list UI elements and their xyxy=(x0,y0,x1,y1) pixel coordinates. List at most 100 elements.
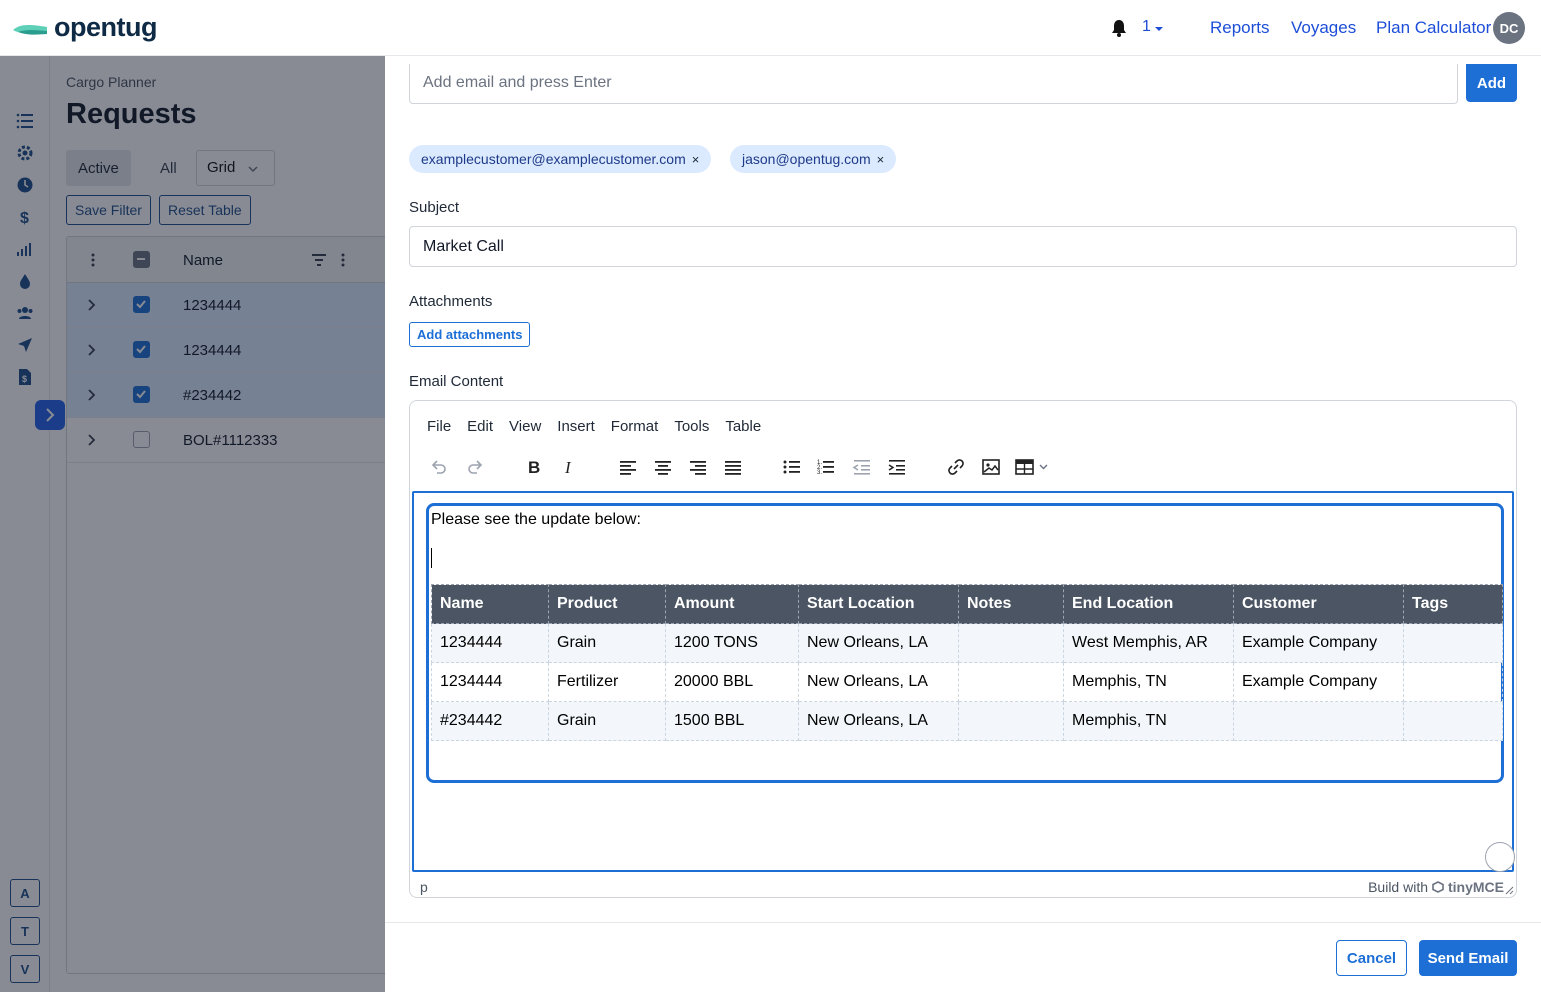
cell[interactable]: #234442 xyxy=(431,701,549,741)
avatar[interactable]: DC xyxy=(1493,12,1525,44)
cell[interactable]: 1234444 xyxy=(431,662,549,702)
attachments-label: Attachments xyxy=(409,293,493,310)
align-center-icon[interactable] xyxy=(651,455,675,479)
tinymce-logo-icon xyxy=(1432,881,1444,893)
menu-edit[interactable]: Edit xyxy=(459,416,501,437)
recipient-chip: examplecustomer@examplecustomer.com × xyxy=(409,145,712,173)
col-header-product: Product xyxy=(548,584,666,624)
cell[interactable]: Memphis, TN xyxy=(1063,701,1234,741)
add-recipient-button[interactable]: Add xyxy=(1466,64,1517,102)
cell[interactable]: 1200 TONS xyxy=(665,623,799,663)
intro-text: Please see the update below: xyxy=(431,511,641,528)
nav-voyages[interactable]: Voyages xyxy=(1291,18,1356,38)
send-email-button[interactable]: Send Email xyxy=(1419,940,1517,976)
nav-reports[interactable]: Reports xyxy=(1210,18,1270,38)
remove-recipient-icon[interactable]: × xyxy=(877,152,885,167)
notification-count[interactable]: 1 xyxy=(1142,18,1151,36)
editor-menubar: File Edit View Insert Format Tools Table xyxy=(419,416,769,437)
numbered-list-icon[interactable]: 1. 2. 3. xyxy=(814,455,838,479)
cell[interactable] xyxy=(1403,662,1503,702)
table-row[interactable]: 1234444 Grain 1200 TONS New Orleans, LA … xyxy=(431,623,1503,663)
modal-backdrop[interactable] xyxy=(0,56,385,992)
bold-icon[interactable]: B xyxy=(522,455,546,479)
recipient-chip: jason@opentug.com × xyxy=(730,145,897,173)
cell[interactable]: 1234444 xyxy=(431,623,549,663)
element-path[interactable]: p xyxy=(420,879,428,895)
menu-tools[interactable]: Tools xyxy=(666,416,717,437)
table-row[interactable]: 1234444 Fertilizer 20000 BBL New Orleans… xyxy=(431,662,1503,702)
cell[interactable] xyxy=(1403,701,1503,741)
cell[interactable]: Memphis, TN xyxy=(1063,662,1234,702)
opentug-logo[interactable]: opentug xyxy=(12,12,157,43)
menu-format[interactable]: Format xyxy=(603,416,667,437)
indent-icon[interactable] xyxy=(885,455,909,479)
cell[interactable] xyxy=(958,623,1064,663)
resize-handle-icon[interactable] xyxy=(1505,886,1514,895)
menu-file[interactable]: File xyxy=(419,416,459,437)
cell[interactable] xyxy=(958,662,1064,702)
menu-table[interactable]: Table xyxy=(717,416,769,437)
table-row[interactable]: #234442 Grain 1500 BBL New Orleans, LA M… xyxy=(431,701,1503,741)
logo-text: opentug xyxy=(54,12,157,42)
cargo-table-header-row: Name Product Amount Start Location Notes… xyxy=(431,584,1503,624)
cell[interactable]: 1500 BBL xyxy=(665,701,799,741)
col-header-amount: Amount xyxy=(665,584,799,624)
cell[interactable]: Example Company xyxy=(1233,662,1404,702)
branding-name: tinyMCE xyxy=(1448,879,1504,895)
help-bubble[interactable] xyxy=(1485,842,1515,872)
editor-statusbar: p Build with tinyMCE xyxy=(410,875,1516,897)
svg-text:B: B xyxy=(528,458,540,477)
menu-insert[interactable]: Insert xyxy=(549,416,603,437)
bell-icon[interactable] xyxy=(1111,19,1127,37)
recipient-chip-label: jason@opentug.com xyxy=(742,151,871,167)
recipient-chip-label: examplecustomer@examplecustomer.com xyxy=(421,151,686,167)
chevron-down-icon[interactable] xyxy=(1155,27,1163,31)
col-header-notes: Notes xyxy=(958,584,1064,624)
col-header-start-location: Start Location xyxy=(798,584,959,624)
align-justify-icon[interactable] xyxy=(721,455,745,479)
recipient-email-input[interactable]: Add email and press Enter xyxy=(409,64,1458,104)
subject-input[interactable]: Market Call xyxy=(409,226,1517,267)
rich-text-editor: File Edit View Insert Format Tools Table… xyxy=(409,400,1517,898)
cell[interactable]: West Memphis, AR xyxy=(1063,623,1234,663)
cell[interactable]: Fertilizer xyxy=(548,662,666,702)
cancel-button[interactable]: Cancel xyxy=(1336,940,1407,976)
text-cursor xyxy=(431,548,432,568)
cell[interactable]: 20000 BBL xyxy=(665,662,799,702)
email-body[interactable]: Please see the update below: Name Produc… xyxy=(426,503,1504,783)
cell[interactable] xyxy=(1403,623,1503,663)
remove-recipient-icon[interactable]: × xyxy=(692,152,700,167)
add-attachments-button[interactable]: Add attachments xyxy=(409,322,531,347)
cell[interactable]: New Orleans, LA xyxy=(798,623,959,663)
cell[interactable]: Grain xyxy=(548,623,666,663)
email-content-label: Email Content xyxy=(409,373,504,390)
undo-icon[interactable] xyxy=(427,455,451,479)
redo-icon[interactable] xyxy=(463,455,487,479)
outdent-icon[interactable] xyxy=(850,455,874,479)
bullet-list-icon[interactable] xyxy=(780,455,804,479)
svg-text:I: I xyxy=(564,458,572,477)
col-header-customer: Customer xyxy=(1233,584,1404,624)
cell[interactable] xyxy=(1233,701,1404,741)
italic-icon[interactable]: I xyxy=(557,455,581,479)
cell[interactable]: Grain xyxy=(548,701,666,741)
nav-plan-calculator[interactable]: Plan Calculator xyxy=(1376,18,1491,38)
link-icon[interactable] xyxy=(944,455,968,479)
tinymce-branding[interactable]: Build with tinyMCE xyxy=(1368,879,1504,895)
menu-view[interactable]: View xyxy=(501,416,549,437)
subject-label: Subject xyxy=(409,199,460,216)
send-email-drawer: Add email and press Enter Add examplecus… xyxy=(385,56,1541,992)
table-icon[interactable] xyxy=(1013,455,1053,479)
cell[interactable]: New Orleans, LA xyxy=(798,662,959,702)
cargo-table[interactable]: Name Product Amount Start Location Notes… xyxy=(431,584,1503,741)
cell[interactable]: New Orleans, LA xyxy=(798,701,959,741)
align-right-icon[interactable] xyxy=(686,455,710,479)
wave-logo-icon xyxy=(13,24,47,35)
editor-content-area[interactable]: Please see the update below: Name Produc… xyxy=(412,491,1514,872)
editor-toolbar: B I 1. 2. 3. xyxy=(410,447,1516,487)
cell[interactable] xyxy=(958,701,1064,741)
align-left-icon[interactable] xyxy=(616,455,640,479)
col-header-tags: Tags xyxy=(1403,584,1503,624)
cell[interactable]: Example Company xyxy=(1233,623,1404,663)
image-icon[interactable] xyxy=(979,455,1003,479)
